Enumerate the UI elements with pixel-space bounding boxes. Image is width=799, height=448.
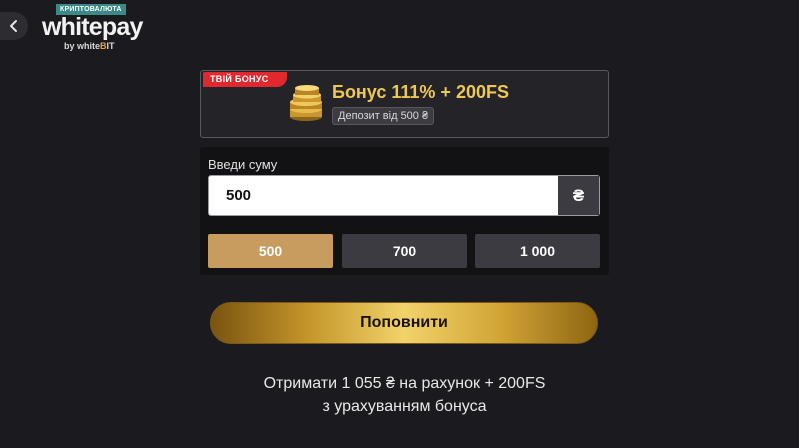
logo-wordmark: whitepay	[42, 13, 143, 41]
deposit-button[interactable]: Поповнити	[210, 302, 598, 344]
chevron-left-icon	[10, 20, 17, 32]
amount-label: Введи суму	[208, 157, 278, 172]
preset-amount-1000[interactable]: 1 000	[475, 234, 600, 268]
back-button[interactable]	[0, 12, 28, 40]
coins-icon	[290, 85, 322, 121]
logo-subtitle: by whiteBIT	[64, 41, 115, 51]
deposit-summary: Отримати 1 055 ₴ на рахунок + 200FS з ур…	[200, 372, 609, 418]
amount-input[interactable]	[209, 176, 557, 215]
preset-amount-500[interactable]: 500	[208, 234, 333, 268]
deposit-min-badge: Депозит від 500 ₴	[332, 107, 435, 125]
summary-line-1: Отримати 1 055 ₴ на рахунок + 200FS	[263, 375, 546, 392]
bonus-title: Бонус 111% + 200FS	[332, 82, 509, 102]
bonus-tag: ТВІЙ БОНУС	[203, 72, 287, 87]
bonus-card[interactable]: ТВІЙ БОНУС Бонус 111% + 200FS Депозит ві…	[200, 70, 609, 138]
whitepay-logo[interactable]: КРИПТОВАЛЮТА whitepay by whiteBIT	[42, 4, 152, 51]
amount-panel: Введи суму ₴ 500 700 1 000	[200, 147, 609, 275]
top-bar: КРИПТОВАЛЮТА whitepay by whiteBIT	[0, 0, 799, 52]
currency-button[interactable]: ₴	[558, 176, 599, 215]
amount-field: ₴	[208, 175, 600, 216]
summary-line-2: з урахуванням бонуса	[322, 398, 487, 415]
preset-amount-700[interactable]: 700	[342, 234, 467, 268]
